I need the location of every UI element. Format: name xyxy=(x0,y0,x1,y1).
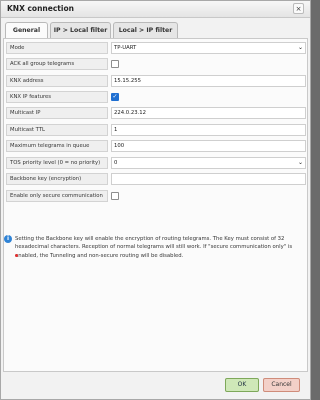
dialog-title: KNX connection xyxy=(7,4,74,13)
knx-address-field[interactable]: 15.15.255 xyxy=(111,75,306,87)
tab-ip-local-filter[interactable]: IP > Local filter xyxy=(50,22,111,38)
knx-ip-features-row: KNX IP features ✓ xyxy=(6,91,306,103)
multicast-ttl-label: Multicast TTL xyxy=(6,124,108,136)
ack-checkbox[interactable] xyxy=(111,60,119,68)
tos-priority-row: TOS priority level (0 = no priority) 0 ⌄ xyxy=(6,157,306,169)
knx-connection-dialog: KNX connection × General IP > Local filt… xyxy=(0,0,311,400)
secure-only-checkbox[interactable] xyxy=(111,192,119,200)
mode-select[interactable]: TP-UART ⌄ xyxy=(111,42,306,54)
status-dot xyxy=(15,254,18,257)
ok-button[interactable]: OK xyxy=(225,378,259,392)
mode-row: Mode TP-UART ⌄ xyxy=(6,42,306,54)
secure-only-row: Enable only secure communication xyxy=(6,190,306,202)
mode-label: Mode xyxy=(6,42,108,54)
general-settings-panel: Mode TP-UART ⌄ ACK all group telegrams KN… xyxy=(3,38,308,372)
knx-address-label: KNX address xyxy=(6,75,108,87)
max-telegrams-row: Maximum telegrams in queue 100 xyxy=(6,140,306,152)
dialog-footer: OK Cancel xyxy=(1,373,310,399)
knx-ip-features-checkbox[interactable]: ✓ xyxy=(111,93,119,101)
secure-only-label: Enable only secure communication xyxy=(6,190,108,202)
tos-priority-value: 0 xyxy=(114,160,118,166)
chevron-down-icon: ⌄ xyxy=(297,159,303,166)
max-telegrams-field[interactable]: 100 xyxy=(111,140,306,152)
ack-row: ACK all group telegrams xyxy=(6,58,306,70)
multicast-ttl-row: Multicast TTL 1 xyxy=(6,124,306,136)
max-telegrams-label: Maximum telegrams in queue xyxy=(6,140,108,152)
cancel-button[interactable]: Cancel xyxy=(263,378,300,392)
multicast-ip-row: Multicast IP 224.0.23.12 xyxy=(6,107,306,119)
tos-priority-label: TOS priority level (0 = no priority) xyxy=(6,157,108,169)
ack-label: ACK all group telegrams xyxy=(6,58,108,70)
mode-value: TP-UART xyxy=(114,45,137,51)
tab-local-ip-filter[interactable]: Local > IP filter xyxy=(113,22,178,38)
knx-ip-features-label: KNX IP features xyxy=(6,91,108,103)
dialog-titlebar: KNX connection × xyxy=(1,1,310,18)
knx-address-row: KNX address 15.15.255 xyxy=(6,75,306,87)
tos-priority-select[interactable]: 0 ⌄ xyxy=(111,157,306,169)
multicast-ip-label: Multicast IP xyxy=(6,107,108,119)
chevron-down-icon: ⌄ xyxy=(297,44,303,51)
tab-general[interactable]: General xyxy=(5,22,48,39)
multicast-ip-field[interactable]: 224.0.23.12 xyxy=(111,107,306,119)
close-icon[interactable]: × xyxy=(293,3,304,14)
info-icon: i xyxy=(4,235,12,243)
backbone-key-row: Backbone key (encryption) xyxy=(6,173,306,185)
backbone-key-label: Backbone key (encryption) xyxy=(6,173,108,185)
info-text: Setting the Backbone key will enable the… xyxy=(15,236,293,259)
backbone-key-field[interactable] xyxy=(111,173,306,185)
multicast-ttl-field[interactable]: 1 xyxy=(111,124,306,136)
